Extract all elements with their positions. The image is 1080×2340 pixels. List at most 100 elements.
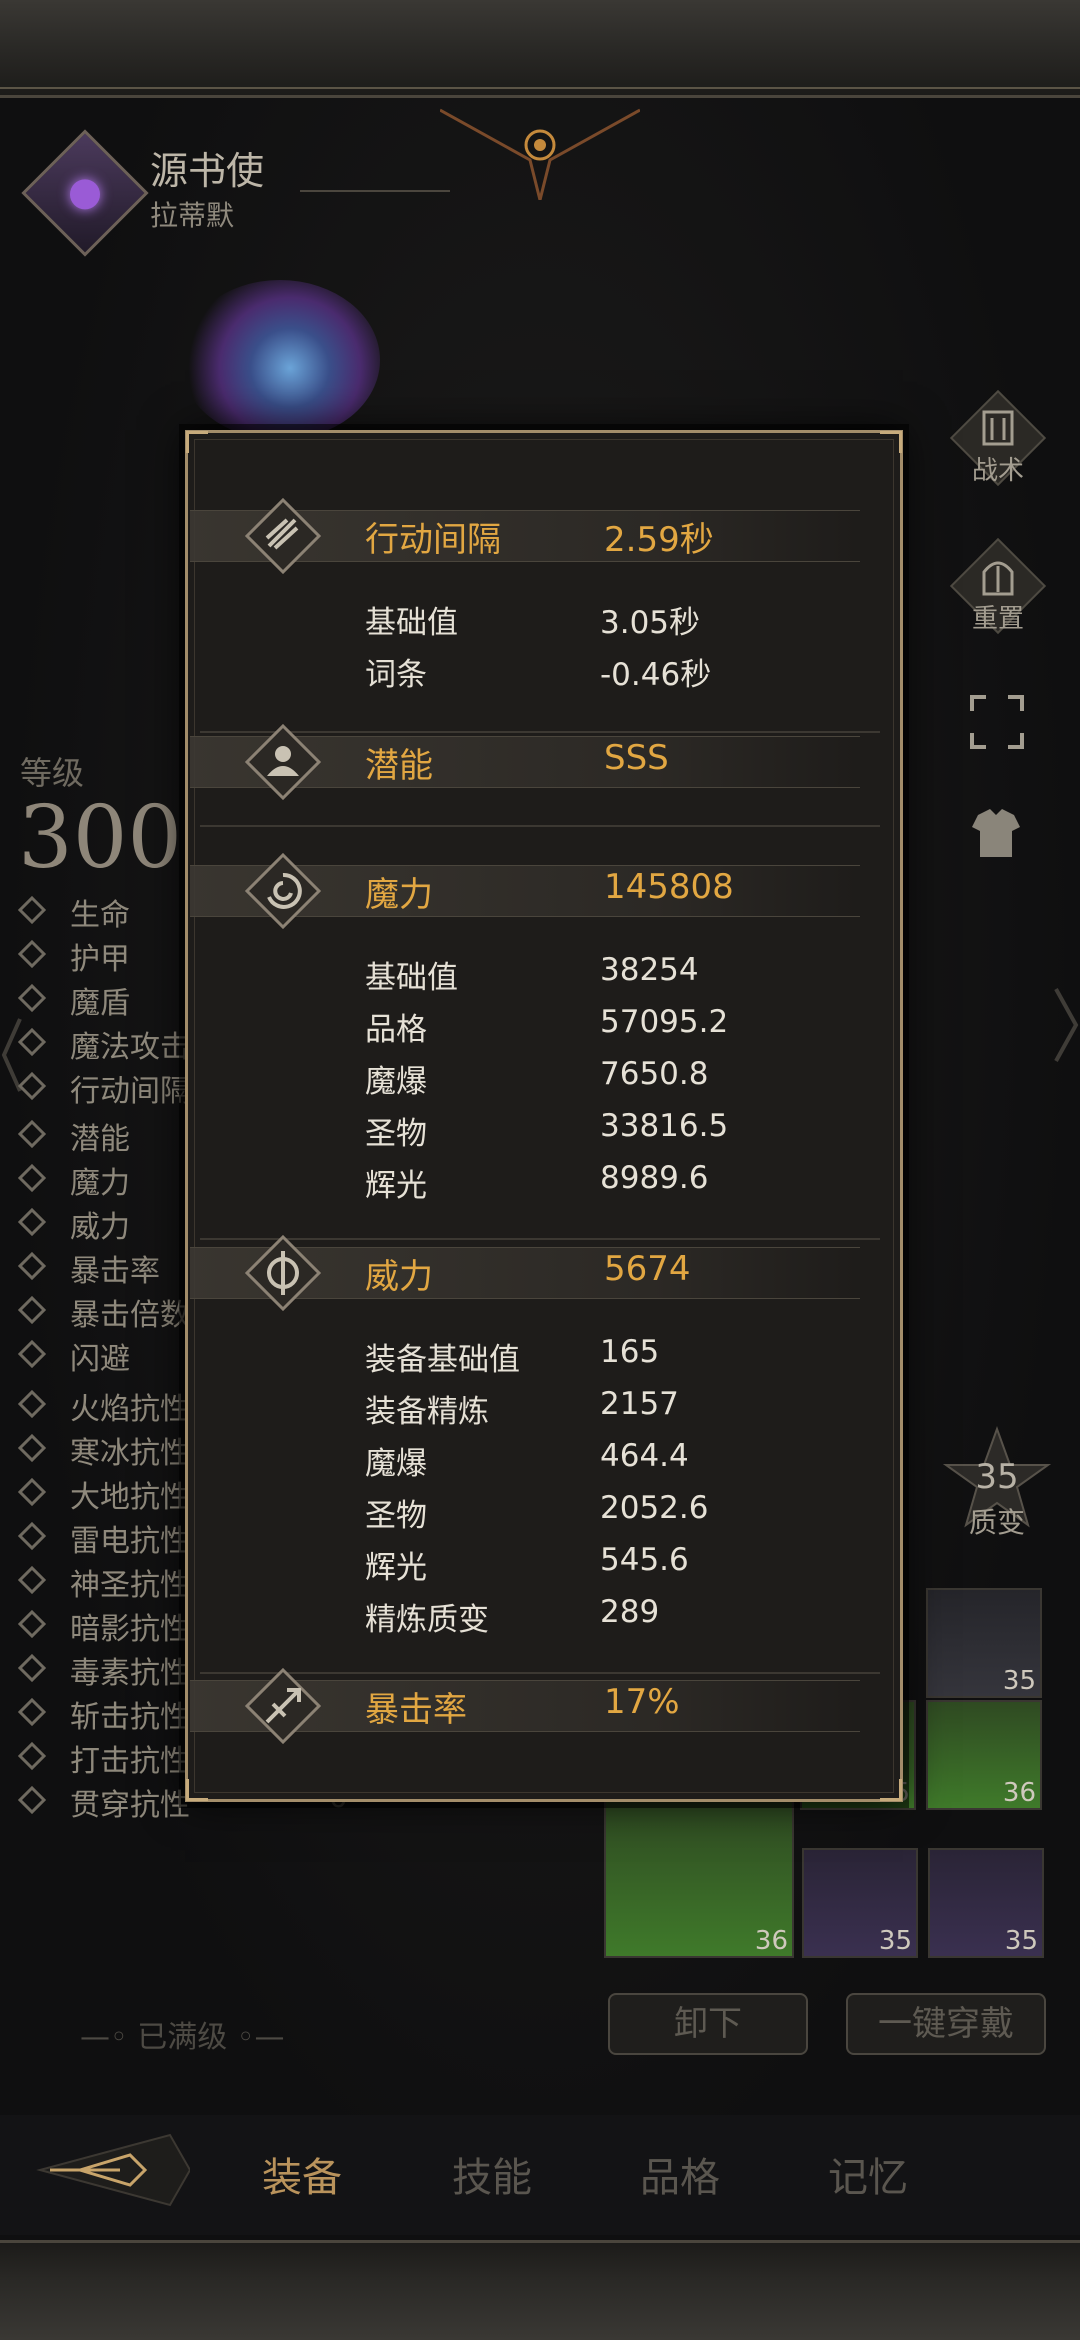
detail-name: 基础值: [365, 605, 458, 641]
next-arrow-icon[interactable]: [1052, 985, 1080, 1065]
tab-memory[interactable]: 记忆: [828, 2145, 908, 2203]
detail-value: 165: [600, 1334, 660, 1370]
equip-level: 35: [1004, 1926, 1038, 1956]
stat-name: 威力: [70, 1210, 130, 1245]
equip-level: 36: [1002, 1778, 1036, 1808]
equip-level: 35: [878, 1926, 912, 1956]
detail-value: 464.4: [600, 1438, 689, 1474]
stat-name: 魔盾: [70, 986, 130, 1021]
banner-icon: [982, 410, 1014, 446]
bottom-frame: [0, 2240, 1080, 2340]
magic-orb: [180, 280, 380, 440]
section-divider: [200, 825, 880, 827]
section-title: 暴击率: [365, 1690, 467, 1730]
stat-name: 行动间隔: [70, 1074, 190, 1109]
section-value: 2.59秒: [604, 520, 714, 560]
max-level-text: 已满级: [137, 2020, 228, 2055]
stat-name: 魔力: [70, 1166, 130, 1201]
reset-button[interactable]: 重置: [949, 537, 1047, 635]
section-value: SSS: [604, 738, 669, 778]
detail-name: 圣物: [365, 1498, 427, 1534]
poison-icon: [17, 1653, 47, 1683]
detail-value: 7650.8: [600, 1056, 709, 1092]
tactics-button[interactable]: 战术: [949, 389, 1047, 487]
character-name: 拉蒂默: [150, 199, 235, 232]
thunder-icon: [17, 1521, 47, 1551]
stat-name: 大地抗性: [70, 1480, 190, 1515]
stat-detail-modal[interactable]: [185, 430, 903, 1802]
detail-name: 词条: [365, 657, 427, 693]
magic-attack-icon: [17, 1027, 47, 1057]
strike-icon: [17, 1741, 47, 1771]
tab-skills[interactable]: 技能: [452, 2145, 532, 2203]
power-icon: [245, 1235, 321, 1311]
boots-slot[interactable]: 35: [928, 1848, 1044, 1958]
stat-name: 暴击倍数: [70, 1298, 190, 1333]
class-gem-icon: [63, 173, 107, 216]
detail-name: 精炼质变: [365, 1602, 489, 1638]
fire-icon: [17, 1389, 47, 1419]
magic-shield-icon: [17, 983, 47, 1013]
stat-name: 生命: [70, 898, 130, 933]
shadow-icon: [17, 1609, 47, 1639]
top-frame: [0, 0, 1080, 98]
weapon-slot[interactable]: 36: [604, 1800, 794, 1958]
detail-value: 289: [600, 1594, 660, 1630]
modal-corner: [880, 431, 902, 453]
equip-slot[interactable]: 36: [926, 1700, 1042, 1810]
action-interval-icon: [245, 498, 321, 574]
slash-icon: [17, 1697, 47, 1727]
quality-change-button[interactable]: 35 质变: [942, 1425, 1052, 1539]
section-value: 17%: [604, 1682, 680, 1722]
detail-value: 3.05秒: [600, 605, 701, 641]
dodge-icon: [17, 1339, 47, 1369]
unequip-button[interactable]: 卸下: [608, 1993, 808, 2055]
stat-name: 打击抗性: [70, 1744, 190, 1779]
detail-value: 57095.2: [600, 1004, 729, 1040]
section-title: 威力: [365, 1257, 433, 1297]
detail-name: 辉光: [365, 1168, 427, 1204]
detail-name: 魔爆: [365, 1064, 427, 1100]
stat-name: 暴击率: [70, 1254, 160, 1289]
top-ornament: [440, 108, 640, 200]
detail-value: 545.6: [600, 1542, 689, 1578]
pierce-icon: [17, 1785, 47, 1815]
stat-name: 贯穿抗性: [70, 1788, 190, 1823]
detail-name: 装备精炼: [365, 1394, 489, 1430]
stat-name: 潜能: [70, 1122, 130, 1157]
detail-value: -0.46秒: [600, 657, 712, 693]
armor-icon[interactable]: [968, 805, 1024, 861]
shield-icon: [17, 939, 47, 969]
stat-name: 火焰抗性: [70, 1392, 190, 1427]
stat-name: 闪避: [70, 1342, 130, 1377]
detail-name: 品格: [365, 1012, 427, 1048]
detail-name: 圣物: [365, 1116, 427, 1152]
stat-name: 护甲: [70, 942, 130, 977]
section-title: 魔力: [365, 875, 433, 915]
detail-name: 辉光: [365, 1550, 427, 1586]
class-name: 源书使: [150, 149, 265, 193]
equip-slot[interactable]: 35: [926, 1588, 1042, 1698]
power-icon: [17, 1207, 47, 1237]
modal-corner: [880, 1779, 902, 1801]
detail-name: 装备基础值: [365, 1342, 520, 1378]
max-level-label: —◦ 已满级 ◦—: [80, 2020, 285, 2055]
stat-name: 毒素抗性: [70, 1656, 190, 1691]
section-value: 145808: [604, 867, 734, 907]
ice-icon: [17, 1433, 47, 1463]
tab-equipment[interactable]: 装备: [262, 2145, 342, 2203]
detail-name: 基础值: [365, 960, 458, 996]
expand-icon[interactable]: [970, 695, 1024, 749]
crit-rate-icon: [17, 1251, 47, 1281]
stat-name: 神圣抗性: [70, 1568, 190, 1603]
section-title: 行动间隔: [365, 520, 501, 560]
ring-slot[interactable]: 35: [802, 1848, 918, 1958]
quality-count: 35: [975, 1457, 1019, 1497]
action-interval-icon: [17, 1071, 47, 1101]
equip-all-button[interactable]: 一键穿戴: [846, 1993, 1046, 2055]
stat-name: 魔法攻击: [70, 1030, 190, 1065]
mana-icon: [17, 1163, 47, 1193]
tab-character[interactable]: 品格: [640, 2145, 720, 2203]
home-tab-icon[interactable]: [20, 2125, 190, 2215]
level-value: 300: [18, 788, 183, 888]
